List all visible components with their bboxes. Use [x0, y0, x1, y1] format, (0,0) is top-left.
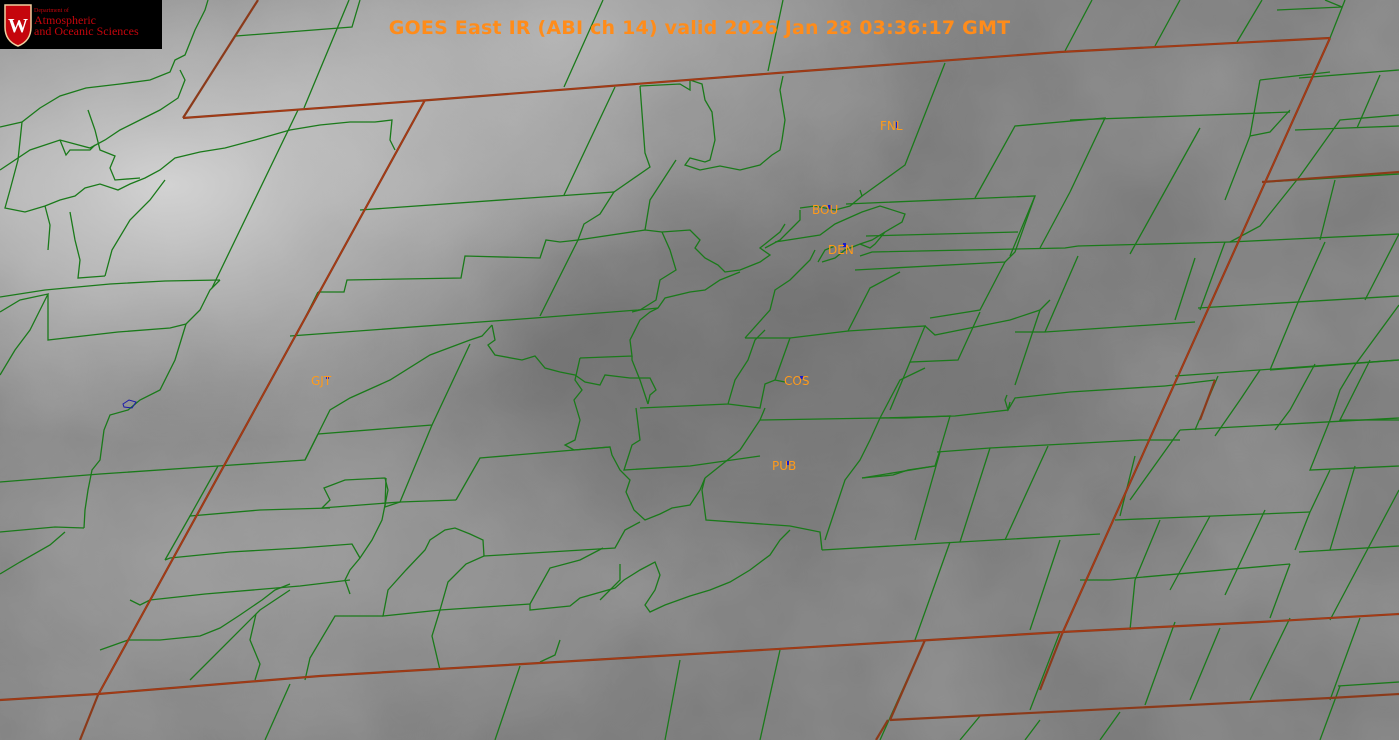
station-label-cos: COS: [784, 374, 810, 388]
uw-crest-icon: W: [4, 4, 32, 47]
logo-text: Department of Atmospheric and Oceanic Sc…: [34, 8, 139, 37]
logo-oceanic: and Oceanic Sciences: [34, 24, 139, 38]
satellite-map: [0, 0, 1399, 740]
cloud-dark-center: [0, 0, 1399, 740]
station-label-fnl: FNL: [880, 119, 903, 133]
station-label-den: DEN: [828, 243, 854, 257]
station-label-pub: PUB: [772, 459, 797, 473]
uw-aos-logo: W Department of Atmospheric and Oceanic …: [0, 0, 162, 49]
crest-letter: W: [8, 15, 28, 37]
station-label-bou: BOU: [812, 203, 839, 217]
station-label-gjt: GJT: [311, 374, 332, 388]
image-title: GOES East IR (ABI ch 14) valid 2026 Jan …: [388, 17, 1011, 39]
